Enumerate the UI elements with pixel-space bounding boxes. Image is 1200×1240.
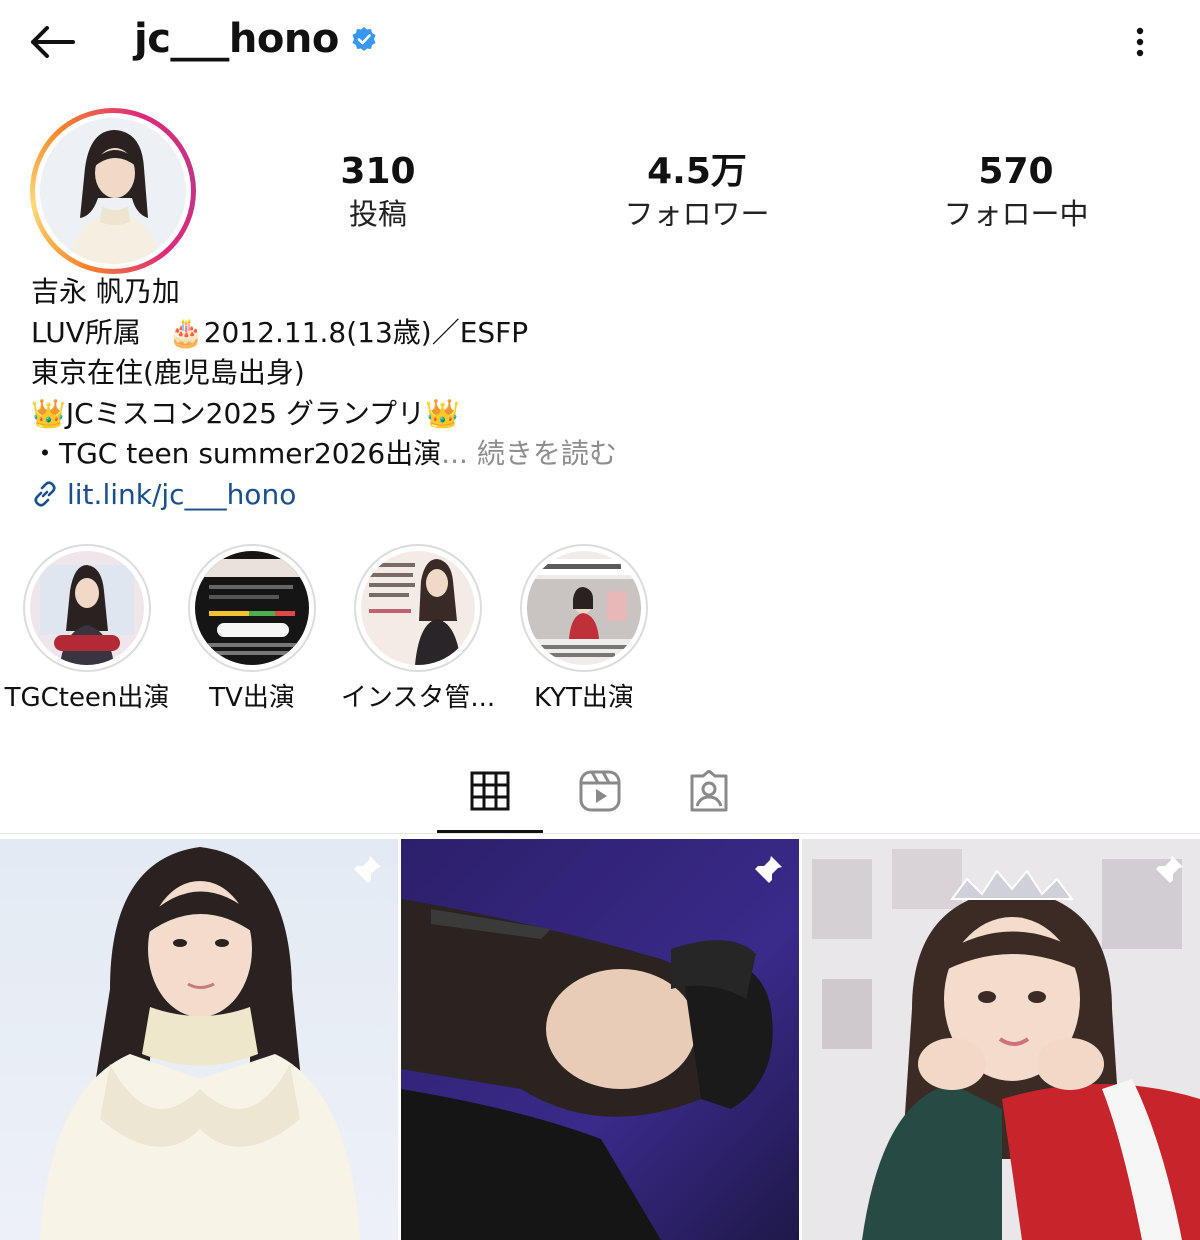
highlight-cover bbox=[361, 551, 475, 665]
bio-event: ・TGC teen summer2026出演 bbox=[31, 437, 442, 470]
verified-badge-icon bbox=[351, 26, 377, 52]
stat-label: フォロワー bbox=[624, 197, 770, 231]
highlight-cover bbox=[195, 551, 309, 665]
highlight-item[interactable]: インスタ管... bbox=[333, 544, 503, 716]
profile-header: jc___hono bbox=[0, 0, 1200, 84]
pin-icon bbox=[353, 856, 381, 884]
tab-reels[interactable] bbox=[547, 748, 653, 834]
bio-award: JCミスコン2025 グランプリ bbox=[65, 396, 426, 430]
profile-bio: 吉永 帆乃加 LUV所属 🎂2012.11.8(13歳)／ESFP 東京在住(鹿… bbox=[31, 272, 1151, 515]
divider bbox=[0, 833, 1200, 834]
bio-birthday: 2012.11.8(13歳)／ESFP bbox=[203, 315, 529, 349]
stat-value: 310 bbox=[340, 151, 416, 192]
highlight-cover bbox=[527, 551, 641, 665]
more-vertical-icon bbox=[1136, 27, 1144, 57]
highlight-label: KYT出演 bbox=[534, 683, 634, 713]
stat-label: フォロー中 bbox=[943, 197, 1089, 231]
bio-line: ・TGC teen summer2026出演... 続きを読む bbox=[31, 434, 1151, 475]
post-thumbnail[interactable] bbox=[0, 839, 398, 1240]
reels-icon bbox=[579, 770, 621, 812]
stat-value: 4.5万 bbox=[647, 151, 747, 192]
bio-line: 👑JCミスコン2025 グランプリ👑 bbox=[31, 394, 1151, 435]
pin-icon bbox=[754, 856, 782, 884]
bio-line: 東京在住(鹿児島出身) bbox=[31, 356, 305, 389]
highlight-cover bbox=[30, 551, 144, 665]
post-image bbox=[0, 839, 398, 1240]
posts-count[interactable]: 310 投稿 bbox=[268, 150, 488, 234]
tagged-icon bbox=[690, 770, 728, 812]
followers-count[interactable]: 4.5万 フォロワー bbox=[587, 150, 807, 234]
link-icon bbox=[31, 480, 61, 510]
more-options-button[interactable] bbox=[1118, 20, 1162, 64]
highlight-label: インスタ管... bbox=[340, 683, 496, 713]
crown-icon: 👑 bbox=[31, 396, 66, 430]
post-image bbox=[401, 839, 799, 1240]
highlight-item[interactable]: TV出演 bbox=[167, 544, 337, 716]
bio-line: LUV所属 🎂2012.11.8(13歳)／ESFP bbox=[31, 313, 1151, 354]
crown-icon: 👑 bbox=[425, 396, 460, 430]
profile-avatar[interactable] bbox=[30, 108, 196, 274]
back-button[interactable] bbox=[24, 18, 80, 66]
post-thumbnail[interactable] bbox=[401, 839, 799, 1240]
arrow-left-icon bbox=[31, 26, 75, 58]
post-image bbox=[802, 839, 1200, 1240]
highlight-label: TV出演 bbox=[209, 683, 295, 713]
stat-label: 投稿 bbox=[348, 197, 407, 231]
pin-icon bbox=[1155, 856, 1183, 884]
grid-icon bbox=[470, 771, 510, 811]
bio-link[interactable]: lit.link/jc___hono bbox=[31, 475, 1151, 516]
stat-value: 570 bbox=[978, 151, 1054, 192]
username: jc___hono bbox=[134, 16, 339, 62]
bio-agency: LUV所属 bbox=[31, 315, 169, 349]
tab-posts[interactable] bbox=[437, 748, 543, 834]
highlight-item[interactable]: TGCteen出演 bbox=[2, 544, 172, 716]
highlight-label: TGCteen出演 bbox=[4, 683, 170, 713]
highlight-item[interactable]: KYT出演 bbox=[499, 544, 669, 716]
bio-link-text: lit.link/jc___hono bbox=[67, 477, 297, 511]
display-name: 吉永 帆乃加 bbox=[31, 275, 180, 308]
page-title: jc___hono bbox=[134, 16, 377, 62]
following-count[interactable]: 570 フォロー中 bbox=[906, 150, 1126, 234]
post-thumbnail[interactable] bbox=[802, 839, 1200, 1240]
cake-icon: 🎂 bbox=[168, 315, 204, 349]
tab-tagged[interactable] bbox=[656, 748, 762, 834]
avatar-photo bbox=[40, 118, 186, 264]
read-more-link[interactable]: ... 続きを読む bbox=[441, 437, 617, 470]
